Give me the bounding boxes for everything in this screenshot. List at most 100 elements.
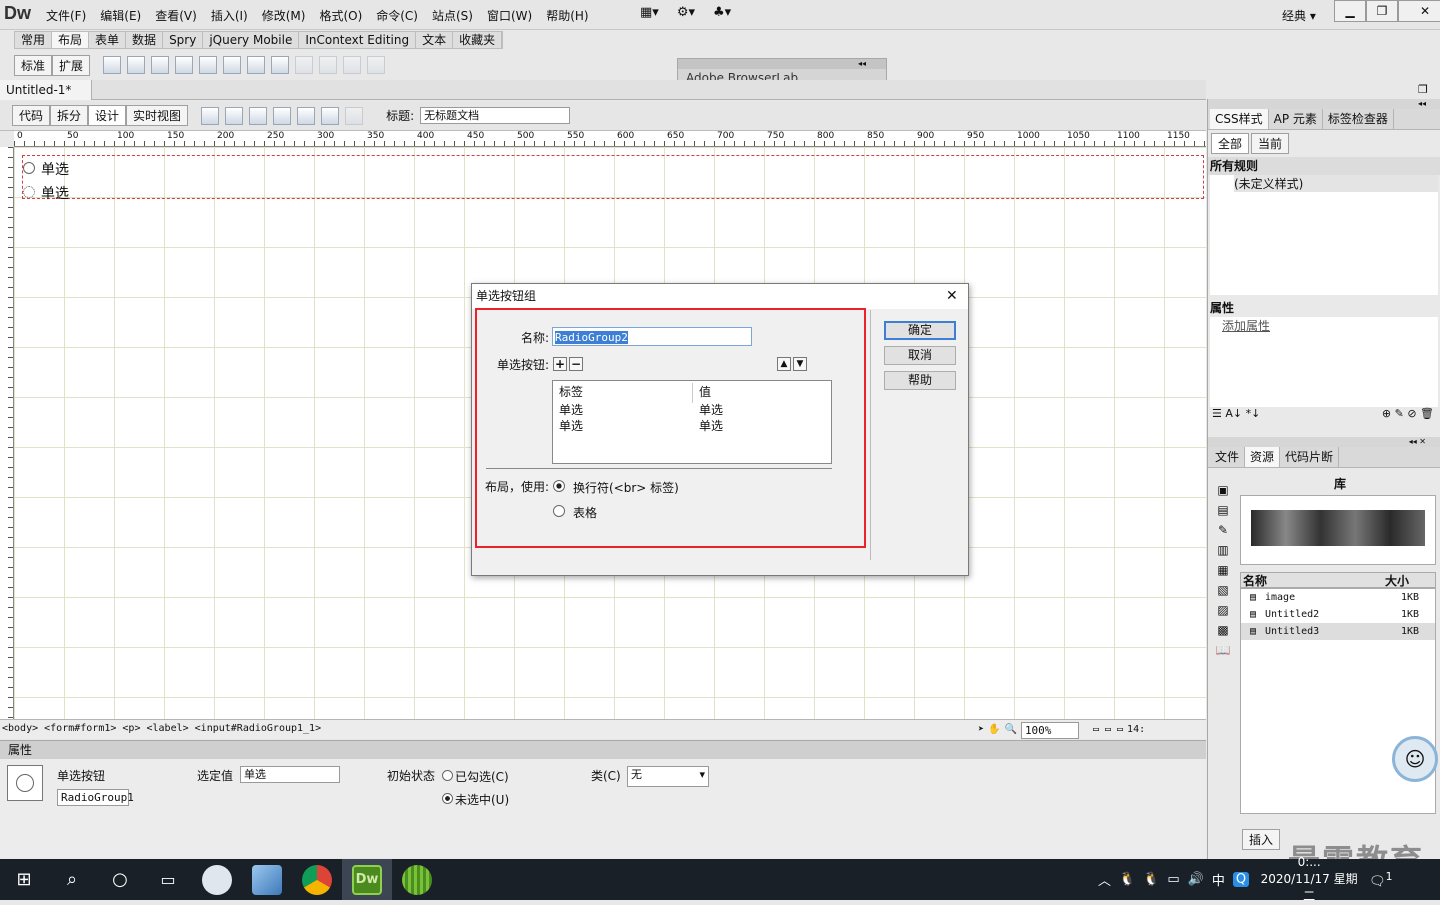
title-input[interactable]: 无标题文档: [420, 107, 571, 124]
flash-icon[interactable]: ▥: [1210, 540, 1236, 560]
menu-modify[interactable]: 修改(M): [262, 7, 306, 24]
tag-path[interactable]: <body> <form#form1> <p> <label> <input#R…: [2, 723, 321, 734]
az-list-icon[interactable]: A↓: [1225, 407, 1242, 420]
tab-layout[interactable]: 布局: [52, 32, 90, 48]
file-management-icon[interactable]: [249, 106, 268, 125]
volume-icon[interactable]: 🔊: [1188, 872, 1204, 887]
list-item[interactable]: ▤ image 1KB: [1241, 589, 1435, 606]
layout-icon[interactable]: ▦▾: [640, 5, 659, 20]
menu-site[interactable]: 站点(S): [432, 7, 473, 24]
visual-aids-icon[interactable]: [321, 106, 340, 125]
tab-ap-elements[interactable]: AP 元素: [1269, 109, 1323, 129]
refresh-icon[interactable]: [345, 106, 364, 125]
shockwave-icon[interactable]: ▦: [1210, 560, 1236, 580]
up-arrow-icon[interactable]: ▲: [777, 357, 791, 371]
radio-icon[interactable]: [23, 162, 35, 174]
minus-icon[interactable]: −: [569, 357, 583, 371]
canvas-radio-1[interactable]: 单选: [23, 159, 1203, 179]
design-view-button[interactable]: 设计: [88, 105, 127, 126]
list-item[interactable]: ▤ Untitled3 1KB: [1241, 623, 1435, 640]
gear-icon[interactable]: ⚙▾: [677, 5, 695, 20]
menu-edit[interactable]: 编辑(E): [100, 7, 141, 24]
add-property-link[interactable]: 添加属性: [1222, 319, 1270, 333]
colors-icon[interactable]: ▤: [1210, 500, 1236, 520]
menu-file[interactable]: 文件(F): [46, 7, 86, 24]
checked-option[interactable]: 已勾选(C): [442, 768, 509, 785]
chrome-icon[interactable]: [292, 864, 342, 895]
window-size-icon[interactable]: ▭ ▭ ▭: [1093, 721, 1123, 739]
frames-icon[interactable]: [295, 56, 314, 74]
spry-accordion-icon[interactable]: [223, 56, 242, 74]
div-icon[interactable]: [103, 56, 122, 74]
templates-icon[interactable]: ▩: [1210, 620, 1236, 640]
chevron-up-icon[interactable]: ︿: [1098, 870, 1111, 889]
spry-tabs-icon[interactable]: [199, 56, 218, 74]
code-view-button[interactable]: 代码: [12, 105, 51, 126]
form-outline[interactable]: 单选 单选: [22, 155, 1204, 202]
task-view-icon[interactable]: ▭: [144, 870, 192, 889]
canvas-radio-2[interactable]: 单选: [23, 183, 1203, 203]
dreamweaver-taskbar-icon[interactable]: Dw: [342, 859, 392, 900]
split-view-button[interactable]: 拆分: [50, 105, 89, 126]
assistant-icon[interactable]: ☺: [1392, 736, 1438, 782]
menu-view[interactable]: 查看(V): [155, 7, 197, 24]
qq-icon[interactable]: 🐧: [1143, 872, 1159, 887]
multiscreen-icon[interactable]: [201, 106, 220, 125]
row-icon[interactable]: [367, 56, 386, 74]
collapse-icon[interactable]: ◂◂ ✕: [1208, 437, 1440, 447]
close-button[interactable]: ✕: [1398, 0, 1440, 22]
tab-files[interactable]: 文件: [1210, 447, 1246, 467]
table-row[interactable]: 单选 单选: [553, 401, 831, 417]
document-tab[interactable]: Untitled-1* ✕: [0, 80, 92, 117]
urls-icon[interactable]: ✎: [1210, 520, 1236, 540]
scripts-icon[interactable]: ▨: [1210, 600, 1236, 620]
tab-text[interactable]: 文本: [416, 32, 454, 48]
clock[interactable]: 0:... 2020/11/17 星期二: [1257, 854, 1361, 905]
restore-doc-icon[interactable]: ❐: [1418, 83, 1428, 96]
iframe-icon[interactable]: [271, 56, 290, 74]
column-icon[interactable]: [343, 56, 362, 74]
menu-window[interactable]: 窗口(W): [487, 7, 532, 24]
live-view-button[interactable]: 实时视图: [126, 105, 189, 126]
menu-commands[interactable]: 命令(C): [376, 7, 418, 24]
tab-tag-inspector[interactable]: 标签检查器: [1323, 109, 1394, 129]
rule-item[interactable]: (未定义样式): [1234, 175, 1438, 192]
tab-common[interactable]: 常用: [15, 32, 53, 48]
class-select[interactable]: 无 ▾: [627, 766, 709, 787]
cancel-button[interactable]: 取消: [884, 346, 956, 365]
notes-app-icon[interactable]: [242, 864, 292, 895]
tab-jquery-mobile[interactable]: jQuery Mobile: [203, 32, 300, 48]
spry-panel-icon[interactable]: [247, 56, 266, 74]
menu-help[interactable]: 帮助(H): [546, 7, 588, 24]
ime-indicator[interactable]: 中: [1212, 870, 1225, 889]
qq-icon[interactable]: 🐧: [1119, 872, 1135, 887]
windows-start-icon[interactable]: ⊞: [0, 869, 48, 890]
tab-forms[interactable]: 表单: [89, 32, 127, 48]
notifications-icon[interactable]: 🗨1: [1369, 870, 1392, 889]
library-icon[interactable]: 📖: [1210, 640, 1236, 660]
col-size[interactable]: 大小: [1385, 572, 1435, 589]
menu-insert[interactable]: 插入(I): [211, 7, 248, 24]
workspace-switcher[interactable]: 经典 ▾: [1282, 7, 1316, 24]
unchecked-option[interactable]: 未选中(U): [442, 791, 509, 808]
br-option[interactable]: 换行符(<br> 标签): [553, 479, 679, 496]
spry-menu-icon[interactable]: [175, 56, 194, 74]
standard-mode-button[interactable]: 标准: [14, 54, 53, 76]
table-edit-icon[interactable]: [319, 56, 338, 74]
down-arrow-icon[interactable]: ▼: [793, 357, 807, 371]
search-icon[interactable]: ⌕: [48, 869, 96, 890]
plus-icon[interactable]: +: [553, 357, 567, 371]
tab-css-styles[interactable]: CSS样式: [1210, 109, 1269, 129]
movies-icon[interactable]: ▧: [1210, 580, 1236, 600]
close-icon[interactable]: ✕: [946, 288, 958, 304]
pinwheel-app-icon[interactable]: [192, 864, 242, 895]
table-row[interactable]: 单选 单选: [553, 417, 831, 433]
ok-button[interactable]: 确定: [884, 321, 956, 340]
help-button[interactable]: 帮助: [884, 371, 956, 390]
cortana-icon[interactable]: ○: [96, 869, 144, 890]
site-icon[interactable]: ♣▾: [713, 5, 731, 20]
browser-preview-icon[interactable]: [225, 106, 244, 125]
menu-format[interactable]: 格式(O): [319, 7, 362, 24]
restore-button[interactable]: ❐: [1366, 0, 1398, 22]
all-mode-button[interactable]: 全部: [1211, 133, 1250, 154]
